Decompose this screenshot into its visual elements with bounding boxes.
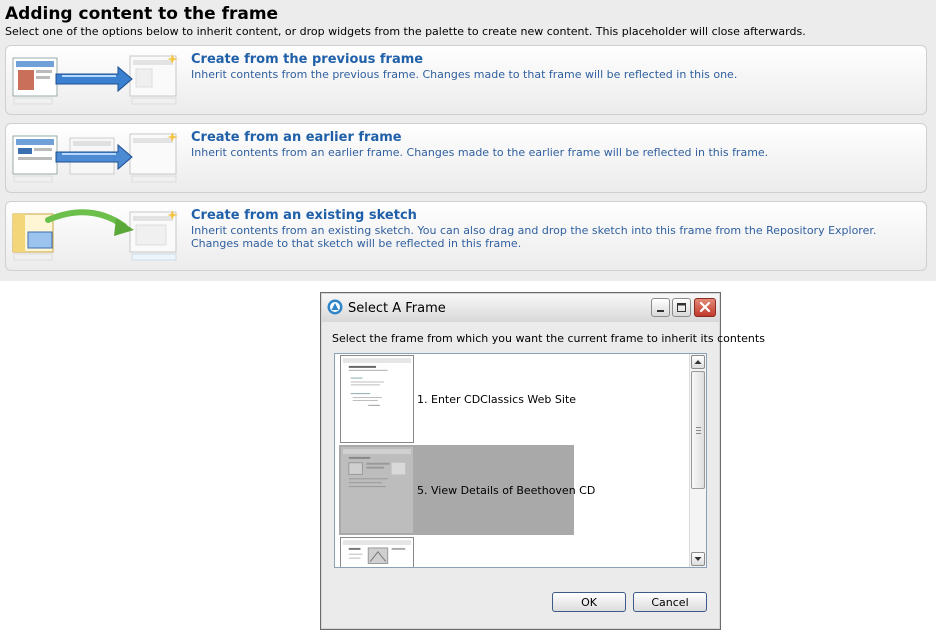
maximize-button[interactable] [672,298,691,317]
app-icon [327,299,343,315]
option-create-from-previous-frame[interactable]: Create from the previous frame Inherit c… [5,45,927,115]
frame-list-item-selected[interactable]: 5. View Details of Beethoven CD [339,445,595,535]
option-title: Create from an existing sketch [191,208,417,223]
option-description: Inherit contents from an existing sketch… [191,224,877,250]
option-description: Inherit contents from an earlier frame. … [191,146,769,159]
minimize-button[interactable] [651,298,670,317]
frame-list-item[interactable] [339,536,574,567]
existing-sketch-illustration-icon [12,209,178,261]
scroll-down-button[interactable] [691,552,705,566]
frame-list-item-label: 5. View Details of Beethoven CD [417,484,596,497]
frame-list-item[interactable]: 1. Enter CDClassics Web Site [339,354,577,444]
earlier-frame-illustration-icon [12,132,178,183]
scroll-thumb[interactable] [691,371,705,489]
option-title: Create from an earlier frame [191,130,402,145]
option-title: Create from the previous frame [191,52,424,67]
previous-frame-illustration-icon [12,54,178,105]
dialog-titlebar[interactable]: Select A Frame [322,294,719,322]
scroll-grip-line [696,427,701,428]
scroll-up-icon [694,360,702,364]
close-icon [699,301,711,313]
scroll-grip-line [696,433,701,434]
frame-thumbnail [340,446,414,534]
frame-thumbnail [340,537,414,567]
select-frame-dialog: Select A Frame Select the frame from whi… [320,292,765,630]
scroll-grip-line [696,430,701,431]
close-button[interactable] [694,298,716,317]
frame-thumbnail [340,355,414,443]
minimize-icon [657,310,664,312]
option-description: Inherit contents from the previous frame… [191,68,738,81]
scroll-down-icon [694,557,702,561]
cancel-button[interactable]: Cancel [633,592,707,612]
dialog-title: Select A Frame [348,301,446,316]
ok-button[interactable]: OK [552,592,626,612]
frame-list[interactable]: 1. Enter CDClassics Web Site 5. View Det… [334,353,707,568]
option-create-from-earlier-frame[interactable]: Create from an earlier frame Inherit con… [5,123,927,193]
page-subtitle: Select one of the options below to inher… [5,25,806,38]
maximize-icon [677,303,686,312]
dialog-instruction: Select the frame from which you want the… [332,332,765,345]
scroll-up-button[interactable] [691,355,705,369]
frame-list-item-label: 1. Enter CDClassics Web Site [417,393,577,406]
option-create-from-existing-sketch[interactable]: Create from an existing sketch Inherit c… [5,201,927,271]
page-title: Adding content to the frame [5,4,279,24]
frame-list-scrollbar[interactable] [689,354,706,567]
content-placeholder-panel: Adding content to the frame Select one o… [0,0,936,281]
